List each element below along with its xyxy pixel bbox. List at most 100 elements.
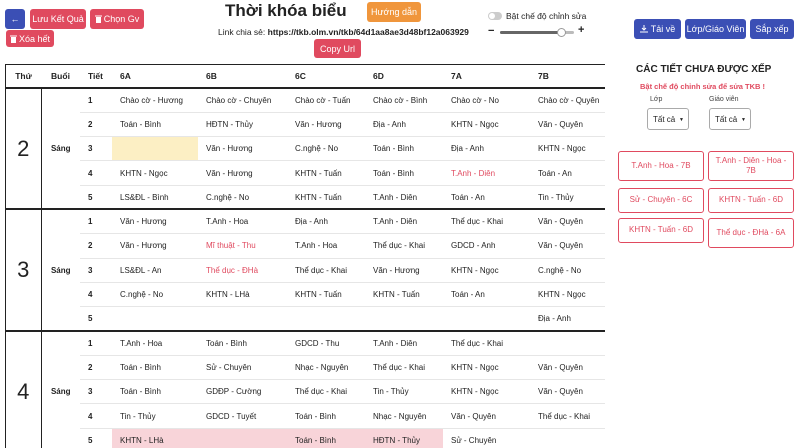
lesson-cell[interactable]: KHTN - Tuấn <box>287 185 365 211</box>
lesson-cell[interactable]: Văn - Hương <box>287 112 365 138</box>
lesson-cell[interactable]: T.Anh - Hoa <box>112 330 198 356</box>
lesson-cell[interactable]: Văn - Hương <box>112 209 198 235</box>
lesson-cell[interactable]: C.nghệ - No <box>530 258 605 283</box>
lesson-cell[interactable]: Toán - Bình <box>112 112 198 138</box>
lesson-cell[interactable]: HĐTN - Thủy <box>365 428 443 448</box>
lesson-cell[interactable]: Sử - Chuyên <box>443 428 530 448</box>
class-filter-select[interactable]: Tất cả ▼ <box>647 108 689 130</box>
save-result-button[interactable]: Lưu Kết Quả <box>30 9 86 29</box>
lesson-cell[interactable]: KHTN - Ngọc <box>443 112 530 138</box>
lesson-cell[interactable]: Thể dục - ĐHà <box>198 258 287 283</box>
lesson-cell[interactable]: T.Anh - Hoa <box>198 209 287 235</box>
lesson-cell[interactable]: Thể dục - Khai <box>443 330 530 356</box>
lesson-cell[interactable]: C.nghệ - No <box>287 136 365 162</box>
lesson-cell[interactable] <box>287 306 365 332</box>
lesson-cell[interactable]: KHTN - LHà <box>198 282 287 308</box>
lesson-cell[interactable] <box>112 306 198 332</box>
lesson-cell[interactable]: Toán - Bình <box>365 160 443 186</box>
lesson-cell[interactable]: Chào cờ - No <box>443 88 530 113</box>
lesson-cell[interactable]: Toán - An <box>443 282 530 308</box>
lesson-cell[interactable]: LS&ĐL - Bình <box>112 185 198 211</box>
lesson-cell[interactable]: Chào cờ - Hương <box>112 88 198 113</box>
lesson-cell[interactable]: KHTN - Ngọc <box>443 355 530 381</box>
lesson-cell[interactable]: Tin - Thủy <box>530 185 605 211</box>
lesson-cell[interactable]: KHTN - LHà <box>112 428 198 448</box>
lesson-cell[interactable]: Chào cờ - Chuyên <box>198 88 287 113</box>
lesson-cell[interactable]: KHTN - Ngọc <box>530 136 605 162</box>
lesson-cell[interactable]: LS&ĐL - An <box>112 258 198 283</box>
lesson-cell[interactable] <box>530 330 605 356</box>
lesson-cell[interactable]: Toán - Bình <box>112 355 198 381</box>
share-url[interactable]: https://tkb.olm.vn/tkb/64d1aa8ae3d48bf12… <box>268 27 469 37</box>
guide-button[interactable]: Hướng dẫn <box>367 2 421 22</box>
lesson-cell[interactable]: GDCD - Thu <box>287 330 365 356</box>
lesson-cell[interactable]: Văn - Hương <box>112 233 198 259</box>
unscheduled-lesson-chip[interactable]: Thể dục - ĐHà - 6A <box>708 218 794 248</box>
lesson-cell[interactable]: Toán - Bình <box>112 379 198 405</box>
lesson-cell[interactable]: C.nghệ - No <box>198 185 287 211</box>
lesson-cell[interactable]: Thể dục - Khai <box>365 355 443 381</box>
lesson-cell[interactable]: KHTN - Ngọc <box>112 160 198 186</box>
empty-slot-cell[interactable] <box>112 136 198 162</box>
lesson-cell[interactable]: GDĐP - Cường <box>198 379 287 405</box>
edit-mode-toggle[interactable] <box>488 12 502 20</box>
zoom-out-button[interactable]: − <box>488 25 494 37</box>
lesson-cell[interactable]: T.Anh - Hoa <box>287 233 365 259</box>
unscheduled-lesson-chip[interactable]: T.Anh - Hoa - 7B <box>618 151 704 181</box>
lesson-cell[interactable]: Toán - Bình <box>287 403 365 429</box>
lesson-cell[interactable]: KHTN - Ngọc <box>443 258 530 283</box>
lesson-cell[interactable]: Văn - Quyên <box>530 112 605 138</box>
lesson-cell[interactable]: KHTN - Tuấn <box>365 282 443 308</box>
lesson-cell[interactable] <box>198 428 287 448</box>
lesson-cell[interactable] <box>365 306 443 332</box>
class-teacher-button[interactable]: Lớp/Giáo Viên <box>685 19 746 39</box>
lesson-cell[interactable] <box>530 428 605 448</box>
lesson-cell[interactable]: Mĩ thuật - Thu <box>198 233 287 259</box>
lesson-cell[interactable]: Toán - Bình <box>365 136 443 162</box>
lesson-cell[interactable]: Văn - Quyên <box>530 233 605 259</box>
teacher-filter-select[interactable]: Tất cả ▼ <box>709 108 751 130</box>
zoom-slider-knob[interactable] <box>556 28 566 37</box>
lesson-cell[interactable]: HĐTN - Thủy <box>198 112 287 138</box>
lesson-cell[interactable]: Văn - Quyên <box>530 355 605 381</box>
download-button[interactable]: Tải về <box>634 19 681 39</box>
lesson-cell[interactable]: Toán - An <box>530 160 605 186</box>
zoom-in-button[interactable]: + <box>578 24 584 36</box>
lesson-cell[interactable]: Thể dục - Khai <box>530 403 605 429</box>
unscheduled-lesson-chip[interactable]: KHTN - Tuấn - 6D <box>618 218 704 243</box>
lesson-cell[interactable]: Thể dục - Khai <box>443 209 530 235</box>
lesson-cell[interactable]: C.nghệ - No <box>112 282 198 308</box>
unscheduled-lesson-chip[interactable]: Sử - Chuyên - 6C <box>618 188 704 213</box>
arrange-button[interactable]: Sắp xếp <box>750 19 794 39</box>
lesson-cell[interactable]: Chào cờ - Bình <box>365 88 443 113</box>
zoom-slider[interactable] <box>500 28 574 37</box>
lesson-cell[interactable]: Thể dục - Khai <box>365 233 443 259</box>
lesson-cell[interactable] <box>443 306 530 332</box>
lesson-cell[interactable]: Văn - Hương <box>198 136 287 162</box>
lesson-cell[interactable]: KHTN - Ngọc <box>443 379 530 405</box>
lesson-cell[interactable]: KHTN - Ngọc <box>530 282 605 308</box>
copy-url-button[interactable]: Copy Url <box>314 39 361 58</box>
lesson-cell[interactable]: Văn - Hương <box>365 258 443 283</box>
lesson-cell[interactable]: Thể dục - Khai <box>287 379 365 405</box>
lesson-cell[interactable]: Toán - Bình <box>287 428 365 448</box>
lesson-cell[interactable]: Văn - Quyên <box>443 403 530 429</box>
lesson-cell[interactable]: Địa - Anh <box>530 306 605 332</box>
lesson-cell[interactable]: Địa - Anh <box>287 209 365 235</box>
lesson-cell[interactable]: T.Anh - Diên <box>365 209 443 235</box>
lesson-cell[interactable]: Chào cờ - Tuấn <box>287 88 365 113</box>
lesson-cell[interactable]: T.Anh - Diên <box>365 330 443 356</box>
lesson-cell[interactable]: KHTN - Tuấn <box>287 282 365 308</box>
lesson-cell[interactable]: Chào cờ - Quyên <box>530 88 605 113</box>
lesson-cell[interactable]: Nhạc - Nguyên <box>287 355 365 381</box>
unscheduled-lesson-chip[interactable]: T.Anh - Diên - Hoa - 7B <box>708 151 794 181</box>
lesson-cell[interactable]: Tin - Thủy <box>112 403 198 429</box>
lesson-cell[interactable] <box>198 306 287 332</box>
lesson-cell[interactable]: Văn - Quyên <box>530 379 605 405</box>
lesson-cell[interactable]: GDCD - Tuyết <box>198 403 287 429</box>
back-button[interactable]: ← <box>5 9 25 29</box>
lesson-cell[interactable]: GDCD - Anh <box>443 233 530 259</box>
lesson-cell[interactable]: T.Anh - Diên <box>443 160 530 186</box>
lesson-cell[interactable]: Toán - An <box>443 185 530 211</box>
lesson-cell[interactable]: Toán - Bình <box>198 330 287 356</box>
